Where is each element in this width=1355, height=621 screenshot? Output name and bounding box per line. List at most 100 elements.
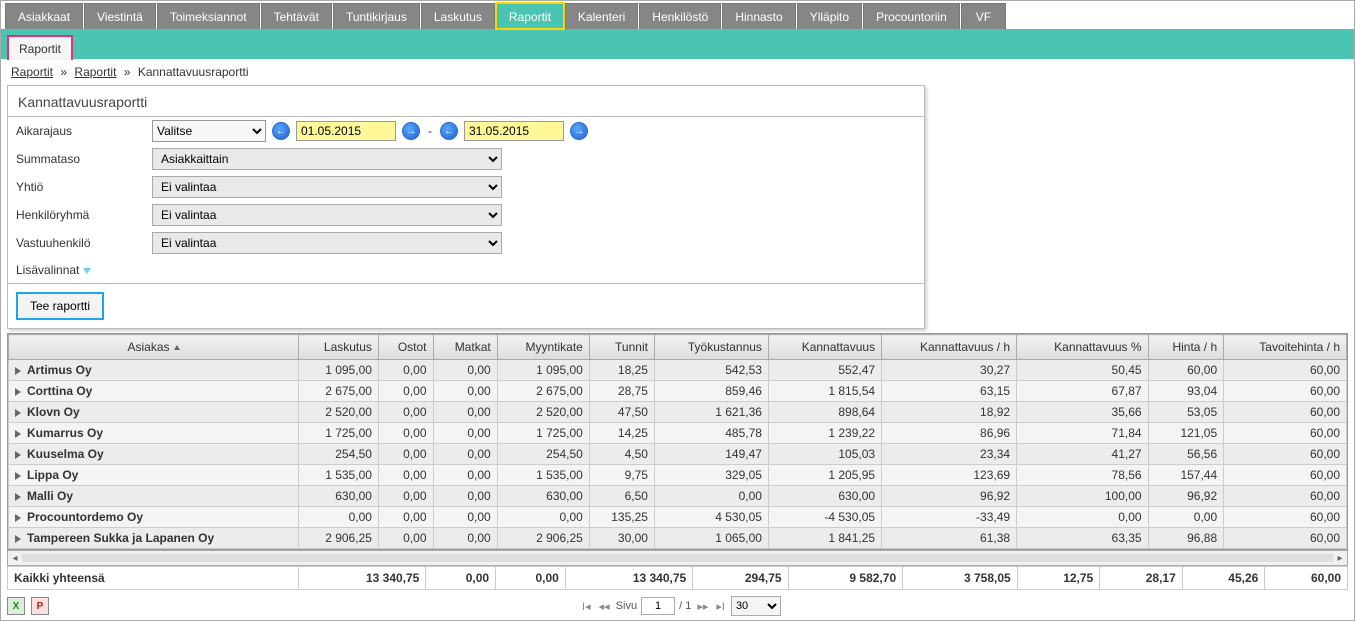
export-pdf-icon[interactable]: P bbox=[31, 597, 49, 615]
pager-page-input[interactable] bbox=[641, 597, 675, 615]
row-value: 1 065,00 bbox=[654, 528, 768, 549]
expand-icon[interactable] bbox=[15, 388, 21, 396]
tab-raportit[interactable]: Raportit bbox=[496, 3, 564, 29]
expand-icon[interactable] bbox=[15, 514, 21, 522]
crumb-1[interactable]: Raportit bbox=[11, 65, 53, 79]
date-next-to-icon[interactable]: → bbox=[570, 122, 588, 140]
lisavalinnat-toggle[interactable]: Lisävalinnat bbox=[16, 263, 91, 277]
col-ostot[interactable]: Ostot bbox=[378, 335, 433, 360]
scroll-track[interactable] bbox=[22, 554, 1333, 562]
row-value: 1 841,25 bbox=[768, 528, 881, 549]
row-value: 60,00 bbox=[1224, 465, 1347, 486]
row-value: 1 815,54 bbox=[768, 381, 881, 402]
tab-laskutus[interactable]: Laskutus bbox=[421, 3, 495, 29]
row-value: 1 725,00 bbox=[497, 423, 589, 444]
tab-procountoriin[interactable]: Procountoriin bbox=[863, 3, 960, 29]
row-value: 254,50 bbox=[497, 444, 589, 465]
expand-icon[interactable] bbox=[15, 367, 21, 375]
tab-toimeksiannot[interactable]: Toimeksiannot bbox=[157, 3, 260, 29]
col-kannattavuus[interactable]: Kannattavuus bbox=[768, 335, 881, 360]
export-excel-icon[interactable]: X bbox=[7, 597, 25, 615]
tab-viestinta[interactable]: Viestintä bbox=[84, 3, 156, 29]
pager-next-icon[interactable]: ▸▸ bbox=[695, 600, 710, 613]
row-value: 329,05 bbox=[654, 465, 768, 486]
date-to-input[interactable] bbox=[464, 121, 564, 141]
date-prev-to-icon[interactable]: ← bbox=[440, 122, 458, 140]
scroll-left-icon[interactable]: ◂ bbox=[8, 553, 22, 564]
run-report-button[interactable]: Tee raportti bbox=[16, 292, 104, 320]
vastuu-select[interactable]: Ei valintaa bbox=[152, 232, 502, 254]
row-value: 60,00 bbox=[1224, 507, 1347, 528]
tab-vf[interactable]: VF bbox=[961, 3, 1006, 29]
tab-hinnasto[interactable]: Hinnasto bbox=[722, 3, 795, 29]
row-value: 30,00 bbox=[589, 528, 654, 549]
pager: I◂ ◂◂ Sivu / 1 ▸▸ ▸I 30 bbox=[580, 596, 781, 616]
totals-row: Kaikki yhteensä 13 340,75 0,00 0,00 13 3… bbox=[7, 566, 1348, 590]
tab-kalenteri[interactable]: Kalenteri bbox=[565, 3, 638, 29]
expand-icon[interactable] bbox=[15, 451, 21, 459]
col-tyokustannus[interactable]: Työkustannus bbox=[654, 335, 768, 360]
row-name-cell: Artimus Oy bbox=[9, 360, 299, 381]
col-kannattavuus-pct[interactable]: Kannattavuus % bbox=[1017, 335, 1149, 360]
date-from-input[interactable] bbox=[296, 121, 396, 141]
row-value: 1 621,36 bbox=[654, 402, 768, 423]
row-value: 485,78 bbox=[654, 423, 768, 444]
pager-last-icon[interactable]: ▸I bbox=[714, 600, 727, 613]
col-matkat[interactable]: Matkat bbox=[433, 335, 497, 360]
expand-icon[interactable] bbox=[15, 409, 21, 417]
total-laskutus: 13 340,75 bbox=[299, 567, 426, 590]
row-value: 0,00 bbox=[378, 507, 433, 528]
row-name-cell: Tampereen Sukka ja Lapanen Oy bbox=[9, 528, 299, 549]
total-matkat: 0,00 bbox=[496, 567, 566, 590]
tab-tuntikirjaus[interactable]: Tuntikirjaus bbox=[333, 3, 420, 29]
aikarajaus-select[interactable]: Valitse bbox=[152, 120, 266, 142]
col-tavoitehinta-h[interactable]: Tavoitehinta / h bbox=[1224, 335, 1347, 360]
crumb-2[interactable]: Raportit bbox=[74, 65, 116, 79]
row-name: Kumarrus Oy bbox=[27, 426, 103, 440]
pager-first-icon[interactable]: I◂ bbox=[580, 600, 593, 613]
row-name-cell: Procountordemo Oy bbox=[9, 507, 299, 528]
expand-icon[interactable] bbox=[15, 472, 21, 480]
col-asiakas[interactable]: Asiakas bbox=[9, 335, 299, 360]
horizontal-scrollbar[interactable]: ◂ ▸ bbox=[7, 550, 1348, 566]
row-value: 0,00 bbox=[299, 507, 379, 528]
crumb-sep: » bbox=[60, 65, 67, 79]
row-value: -33,49 bbox=[882, 507, 1017, 528]
expand-icon[interactable] bbox=[15, 430, 21, 438]
row-name: Kuuselma Oy bbox=[27, 447, 104, 461]
row-value: 0,00 bbox=[378, 381, 433, 402]
yhtio-select[interactable]: Ei valintaa bbox=[152, 176, 502, 198]
tab-henkilosto[interactable]: Henkilöstö bbox=[639, 3, 721, 29]
col-hinta-h[interactable]: Hinta / h bbox=[1148, 335, 1224, 360]
row-value: 71,84 bbox=[1017, 423, 1149, 444]
subtab-raportit[interactable]: Raportit bbox=[7, 35, 73, 60]
pager-prev-icon[interactable]: ◂◂ bbox=[597, 600, 612, 613]
col-tunnit[interactable]: Tunnit bbox=[589, 335, 654, 360]
expand-icon[interactable] bbox=[15, 535, 21, 543]
col-myyntikate[interactable]: Myyntikate bbox=[497, 335, 589, 360]
row-name-cell: Klovn Oy bbox=[9, 402, 299, 423]
scroll-right-icon[interactable]: ▸ bbox=[1333, 553, 1347, 564]
tab-tehtavat[interactable]: Tehtävät bbox=[261, 3, 332, 29]
tab-yllapito[interactable]: Ylläpito bbox=[797, 3, 862, 29]
date-next-from-icon[interactable]: → bbox=[402, 122, 420, 140]
col-laskutus[interactable]: Laskutus bbox=[299, 335, 379, 360]
henkiloryhma-select[interactable]: Ei valintaa bbox=[152, 204, 502, 226]
row-value: 0,00 bbox=[654, 486, 768, 507]
row-value: 63,35 bbox=[1017, 528, 1149, 549]
col-kannattavuus-h[interactable]: Kannattavuus / h bbox=[882, 335, 1017, 360]
row-value: 542,53 bbox=[654, 360, 768, 381]
aikarajaus-label: Aikarajaus bbox=[16, 124, 146, 138]
row-value: 78,56 bbox=[1017, 465, 1149, 486]
tab-asiakkaat[interactable]: Asiakkaat bbox=[5, 3, 83, 29]
date-prev-from-icon[interactable]: ← bbox=[272, 122, 290, 140]
table-row: Corttina Oy2 675,000,000,002 675,0028,75… bbox=[9, 381, 1347, 402]
row-value: 53,05 bbox=[1148, 402, 1224, 423]
row-value: 41,27 bbox=[1017, 444, 1149, 465]
pager-size-select[interactable]: 30 bbox=[731, 596, 781, 616]
row-value: 0,00 bbox=[433, 402, 497, 423]
row-name-cell: Malli Oy bbox=[9, 486, 299, 507]
summataso-select[interactable]: Asiakkaittain bbox=[152, 148, 502, 170]
expand-icon[interactable] bbox=[15, 493, 21, 501]
row-value: 0,00 bbox=[433, 423, 497, 444]
